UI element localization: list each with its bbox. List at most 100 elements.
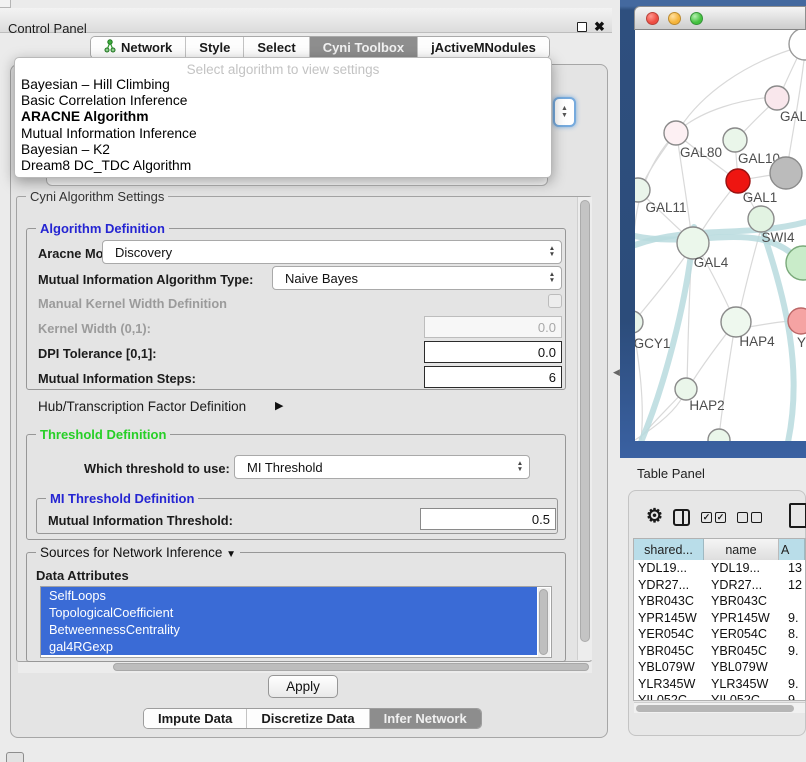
table-cell: YER054C xyxy=(634,626,704,643)
which-threshold-label: Which threshold to use: xyxy=(84,461,230,476)
table-row[interactable]: YPR145WYPR145W9. xyxy=(634,610,805,627)
network-node[interactable] xyxy=(770,157,802,189)
network-node-GAL80[interactable] xyxy=(664,121,688,145)
table-row[interactable]: YER054CYER054C8. xyxy=(634,626,805,643)
dropdown-item[interactable]: Bayesian – Hill Climbing xyxy=(15,77,551,93)
dropdown-item[interactable]: Dream8 DC_TDC Algorithm xyxy=(15,158,551,174)
manual-kernel-label: Manual Kernel Width Definition xyxy=(38,296,227,311)
tab-infer-network[interactable]: Infer Network xyxy=(370,709,481,728)
mi-type-combo[interactable]: Naive Bayes ▲▼ xyxy=(272,266,562,290)
table-cell: YBR043C xyxy=(634,593,704,610)
table-cell: YIL052C xyxy=(634,692,704,701)
tab-label: Discretize Data xyxy=(261,711,354,726)
tab-label: Impute Data xyxy=(158,711,232,726)
table-cell xyxy=(779,593,805,610)
tab-jactivemnodules[interactable]: jActiveMNodules xyxy=(418,37,549,58)
network-node-GAL10[interactable] xyxy=(723,128,747,152)
table-row[interactable]: YLR345WYLR345W9. xyxy=(634,676,805,693)
close-icon[interactable]: ✖ xyxy=(594,19,605,35)
attribute-item[interactable]: TopologicalCoefficient xyxy=(41,604,537,621)
apply-button[interactable]: Apply xyxy=(268,675,338,698)
dropdown-item[interactable]: ARACNE Algorithm xyxy=(15,109,551,125)
document-icon[interactable] xyxy=(789,503,806,528)
which-threshold-combo[interactable]: MI Threshold ▲▼ xyxy=(234,455,530,479)
algorithm-combo-stepper[interactable]: ▲▼ xyxy=(553,97,576,127)
network-node[interactable] xyxy=(708,429,730,441)
table-row[interactable]: YBR045CYBR045C9. xyxy=(634,643,805,660)
tab-network[interactable]: Network xyxy=(91,37,186,58)
column-header[interactable]: shared... xyxy=(634,539,704,560)
table-cell: YDR27... xyxy=(704,577,779,594)
tab-impute-data[interactable]: Impute Data xyxy=(144,709,247,728)
hub-section-label[interactable]: Hub/Transcription Factor Definition xyxy=(38,399,246,414)
table-cell: YDR27... xyxy=(634,577,704,594)
network-view-canvas[interactable]: GALGAL80GAL10GAL1GAL11SWI4GAL4GCY1HAP4YH… xyxy=(635,30,806,441)
minimize-traffic-light-icon[interactable] xyxy=(668,12,681,25)
splitter-collapse-icon[interactable]: ◀ xyxy=(613,367,620,378)
zoom-traffic-light-icon[interactable] xyxy=(690,12,703,25)
table-cell: YLR345W xyxy=(634,676,704,693)
node-label: Y xyxy=(797,335,806,350)
manual-kernel-checkbox[interactable] xyxy=(548,294,562,308)
attribute-item[interactable]: SelfLoops xyxy=(41,587,537,604)
column-header[interactable]: name xyxy=(704,539,779,560)
network-node-GAL11[interactable] xyxy=(635,178,650,202)
tab-label: Cyni Toolbox xyxy=(323,40,404,55)
dpi-tolerance-field[interactable]: 0.0 xyxy=(424,341,562,363)
close-traffic-light-icon[interactable] xyxy=(646,12,659,25)
table-row[interactable]: YDL19...YDL19...13 xyxy=(634,560,805,577)
network-window-titlebar[interactable] xyxy=(634,6,806,30)
aracne-mode-value: Discovery xyxy=(103,245,543,260)
network-node[interactable] xyxy=(789,30,806,60)
list-scrollbar[interactable] xyxy=(538,588,550,658)
dropdown-item[interactable]: Bayesian – K2 xyxy=(15,142,551,158)
attribute-item[interactable]: BetweennessCentrality xyxy=(41,621,537,638)
table-row[interactable]: YDR27...YDR27...12 xyxy=(634,577,805,594)
node-table[interactable]: shared...nameA YDL19...YDL19...13YDR27..… xyxy=(633,538,806,701)
tab-discretize-data[interactable]: Discretize Data xyxy=(247,709,369,728)
expand-right-icon[interactable]: ▶ xyxy=(275,399,283,412)
table-row[interactable]: YIL052CYIL052C9 xyxy=(634,692,805,701)
network-node-GAL[interactable] xyxy=(765,86,789,110)
table-cell: 12 xyxy=(779,577,805,594)
unchecked-checkbox-icon[interactable] xyxy=(737,512,748,523)
column-header[interactable]: A xyxy=(779,539,805,560)
node-label: SWI4 xyxy=(761,230,794,245)
tab-select[interactable]: Select xyxy=(244,37,309,58)
checked-checkbox-icon[interactable]: ✓ xyxy=(715,512,726,523)
network-node-GCY1[interactable] xyxy=(635,311,643,333)
columns-icon[interactable] xyxy=(673,509,690,526)
network-node-SWI4[interactable] xyxy=(748,206,774,232)
kernel-width-field[interactable]: 0.0 xyxy=(424,316,562,338)
tab-cyni-toolbox[interactable]: Cyni Toolbox xyxy=(310,37,418,58)
checked-checkbox-icon[interactable]: ✓ xyxy=(701,512,712,523)
table-cell: YER054C xyxy=(704,626,779,643)
dropdown-item[interactable]: Basic Correlation Inference xyxy=(15,93,551,109)
tab-style[interactable]: Style xyxy=(186,37,244,58)
attribute-item[interactable]: gal4RGexp xyxy=(41,638,537,655)
expand-down-icon[interactable]: ▼ xyxy=(226,549,236,560)
network-node-HAP4[interactable] xyxy=(721,307,751,337)
network-node-HAP2[interactable] xyxy=(675,378,697,400)
node-label: HAP2 xyxy=(689,398,724,413)
table-cell: YPR145W xyxy=(704,610,779,627)
collapsed-panel-icon[interactable] xyxy=(6,752,24,762)
unchecked-checkbox-icon[interactable] xyxy=(751,512,762,523)
gear-icon[interactable]: ⚙ xyxy=(646,505,663,528)
table-cell: YIL052C xyxy=(704,692,779,701)
settings-horizontal-scrollbar[interactable] xyxy=(18,662,592,673)
dropdown-item[interactable]: Mutual Information Inference xyxy=(15,126,551,142)
aracne-mode-combo[interactable]: Discovery ▲▼ xyxy=(102,240,562,264)
float-window-icon[interactable] xyxy=(577,22,587,32)
settings-vertical-scrollbar[interactable] xyxy=(577,197,592,660)
mi-steps-field[interactable]: 6 xyxy=(424,366,562,388)
cyni-bottom-tabs: Impute Data Discretize Data Infer Network xyxy=(143,708,482,729)
data-attributes-list[interactable]: SelfLoopsTopologicalCoefficientBetweenne… xyxy=(40,586,552,658)
table-horizontal-scrollbar[interactable] xyxy=(634,702,805,713)
table-row[interactable]: YBR043CYBR043C xyxy=(634,593,805,610)
table-cell: YDL19... xyxy=(704,560,779,577)
table-row[interactable]: YBL079WYBL079W xyxy=(634,659,805,676)
mi-threshold-field[interactable]: 0.5 xyxy=(420,508,556,530)
combo-stepper-icon: ▲▼ xyxy=(543,246,561,259)
table-rows: YDL19...YDL19...13YDR27...YDR27...12YBR0… xyxy=(634,560,805,701)
